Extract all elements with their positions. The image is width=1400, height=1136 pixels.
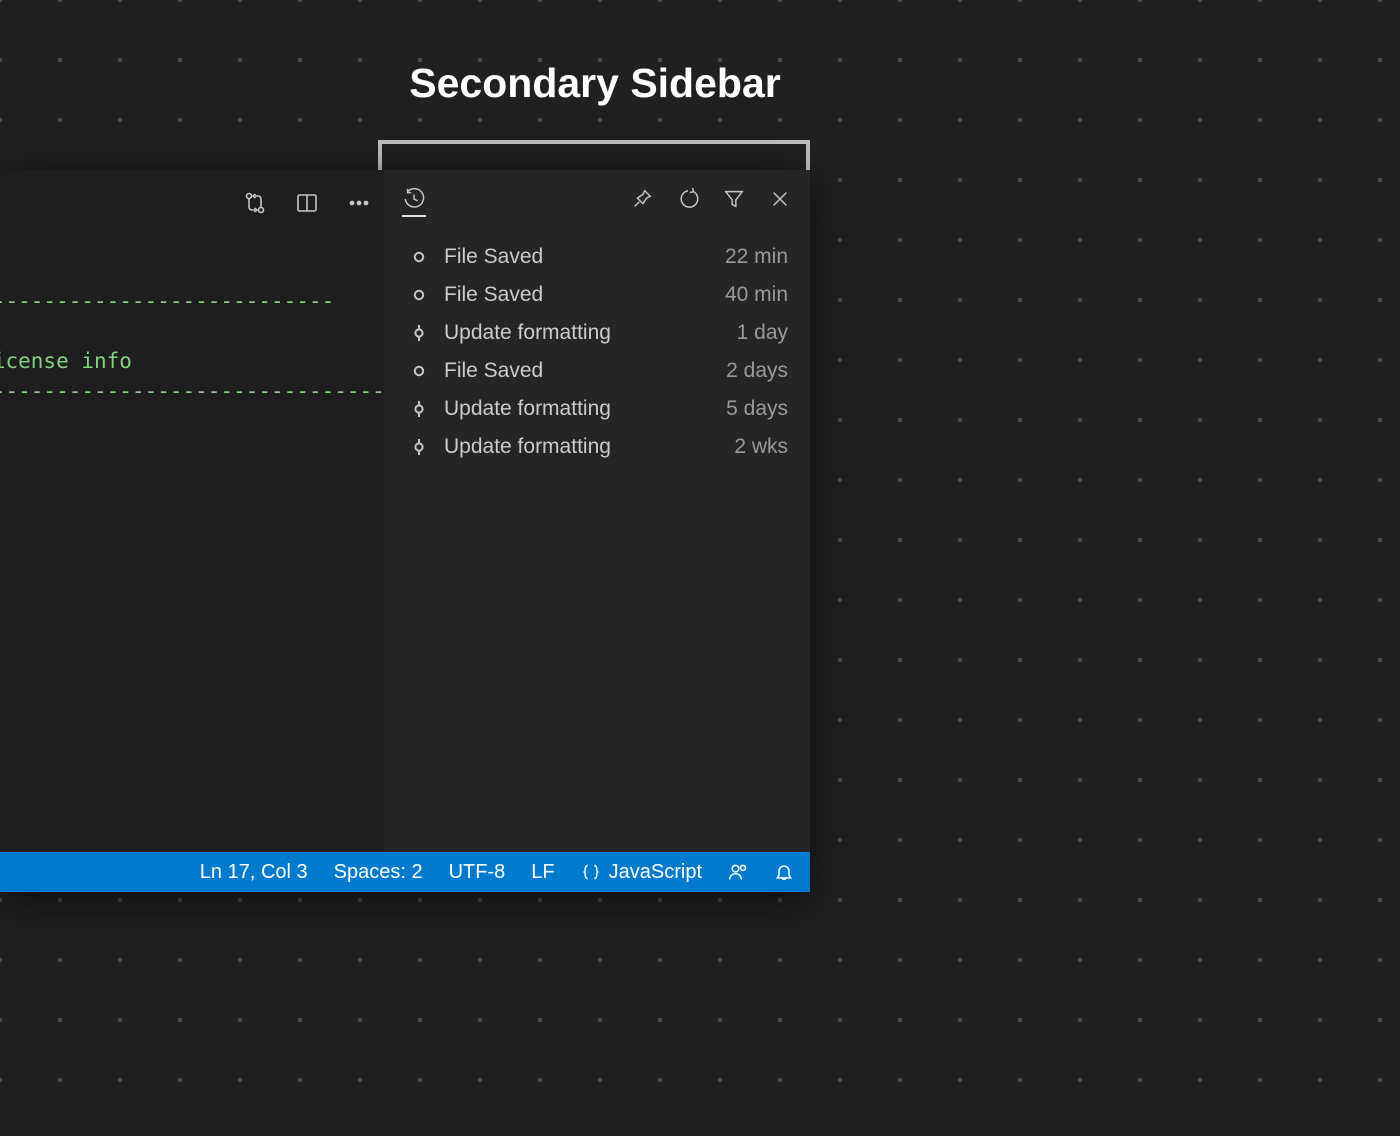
timeline-item[interactable]: File Saved40 min (406, 276, 788, 314)
timeline-item-label: File Saved (444, 245, 725, 269)
circle-icon (406, 363, 432, 379)
status-label: LF (531, 861, 554, 884)
bracket-indicator (378, 140, 810, 170)
timeline-item[interactable]: Update formatting1 day (406, 314, 788, 352)
timeline-item[interactable]: File Saved2 days (406, 352, 788, 390)
editor-toolbar (242, 178, 372, 228)
status-label: UTF-8 (449, 861, 506, 884)
status-label: Spaces: 2 (334, 861, 423, 884)
commit-icon (406, 439, 432, 455)
status-eol[interactable]: LF (531, 861, 554, 884)
commit-icon (406, 325, 432, 341)
timeline-item-time: 40 min (725, 283, 788, 307)
timeline-item-label: File Saved (444, 359, 726, 383)
close-icon[interactable] (768, 187, 792, 211)
timeline-item-time: 2 days (726, 359, 788, 383)
timeline-item[interactable]: Update formatting2 wks (406, 428, 788, 466)
code-line: ----------------------------------------… (0, 289, 334, 313)
code-area-bottom: .compileTask('out', false)); atchTask('o… (0, 732, 380, 852)
timeline-item-time: 5 days (726, 397, 788, 421)
code-line: e project root for license info (0, 349, 132, 373)
circle-icon (406, 249, 432, 265)
status-cursor-position[interactable]: Ln 17, Col 3 (200, 861, 308, 884)
more-actions-icon[interactable] (346, 190, 372, 216)
status-encoding[interactable]: UTF-8 (449, 861, 506, 884)
timeline-item[interactable]: Update formatting5 days (406, 390, 788, 428)
filter-icon[interactable] (722, 187, 746, 211)
commit-icon (406, 401, 432, 417)
code-area-top: ----------------------------------------… (0, 256, 380, 436)
pin-icon[interactable] (630, 187, 654, 211)
status-feedback-icon[interactable] (728, 862, 748, 882)
timeline-header (384, 170, 810, 228)
heading-block: Secondary Sidebar (0, 60, 1190, 107)
timeline-item-label: Update formatting (444, 321, 737, 345)
code-line: ----------------------------------------… (0, 379, 448, 403)
status-bar: Ln 17, Col 3 Spaces: 2 UTF-8 LF JavaScri… (0, 852, 810, 892)
timeline-icon[interactable] (402, 193, 426, 217)
braces-icon (581, 862, 601, 882)
circle-icon (406, 287, 432, 303)
status-label: Ln 17, Col 3 (200, 861, 308, 884)
timeline-item-label: Update formatting (444, 397, 726, 421)
secondary-sidebar: File Saved22 minFile Saved40 minUpdate f… (384, 170, 810, 852)
timeline-item[interactable]: File Saved22 min (406, 238, 788, 276)
compare-changes-icon[interactable] (242, 190, 268, 216)
page-title: Secondary Sidebar (0, 60, 1190, 107)
timeline-item-time: 2 wks (734, 435, 788, 459)
status-notifications-icon[interactable] (774, 862, 794, 882)
status-label: JavaScript (609, 861, 702, 884)
timeline-item-time: 1 day (737, 321, 788, 345)
status-indentation[interactable]: Spaces: 2 (334, 861, 423, 884)
timeline-item-label: Update formatting (444, 435, 734, 459)
status-language[interactable]: JavaScript (581, 861, 702, 884)
editor-pane: ----------------------------------------… (0, 170, 384, 852)
split-editor-icon[interactable] (294, 190, 320, 216)
timeline-list: File Saved22 minFile Saved40 minUpdate f… (384, 228, 810, 466)
editor-window: ----------------------------------------… (0, 170, 810, 892)
refresh-icon[interactable] (676, 187, 700, 211)
timeline-item-time: 22 min (725, 245, 788, 269)
timeline-item-label: File Saved (444, 283, 725, 307)
